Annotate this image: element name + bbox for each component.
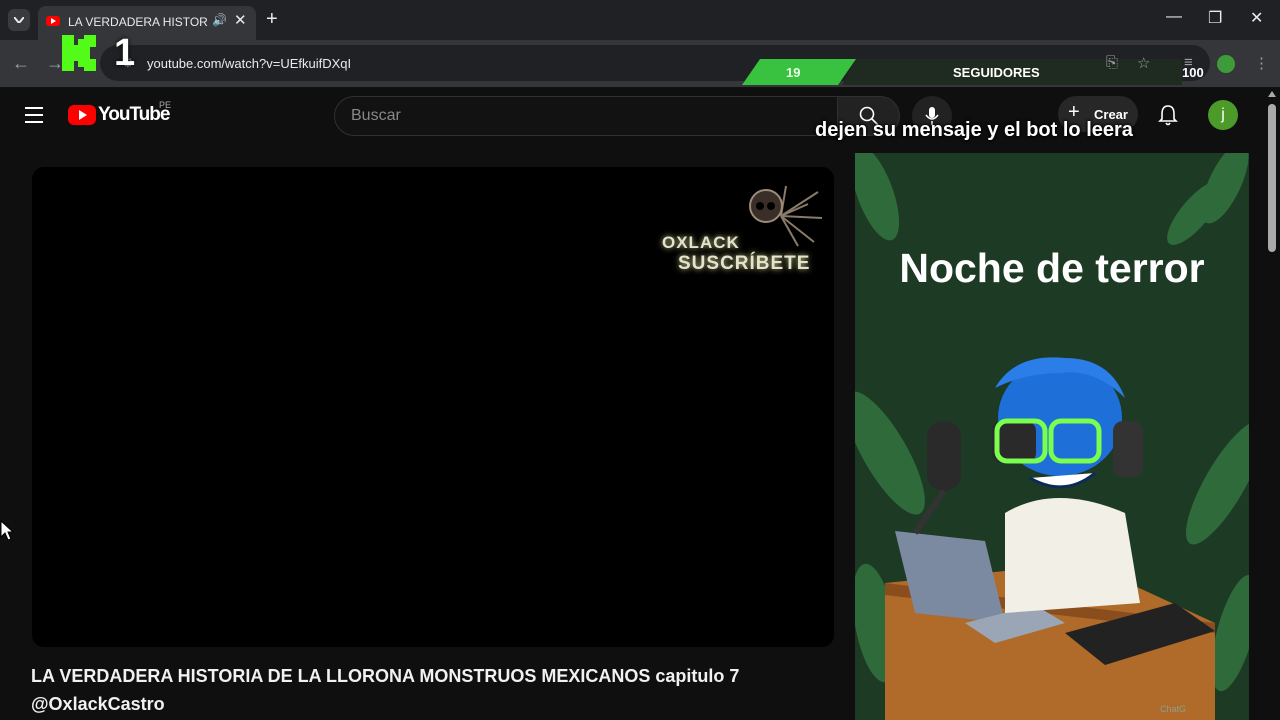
followers-current: 19 xyxy=(786,65,801,80)
speaker-icon[interactable]: 🔊 xyxy=(212,13,227,27)
panel-title: Noche de terror xyxy=(899,245,1205,291)
jungle-background-icon xyxy=(855,153,1249,720)
mouse-cursor-icon xyxy=(0,520,14,541)
kick-logo-icon xyxy=(62,35,96,71)
watermark-brand: OXLACK xyxy=(662,233,740,252)
minimize-icon[interactable]: — xyxy=(1166,8,1182,26)
youtube-logo-icon[interactable] xyxy=(68,105,96,125)
bookmark-star-icon[interactable]: ☆ xyxy=(1137,54,1150,72)
chevron-down-icon xyxy=(14,17,24,23)
notifications-bell-icon[interactable] xyxy=(1158,104,1178,126)
youtube-favicon-icon xyxy=(46,16,60,26)
new-tab-button[interactable]: + xyxy=(266,8,278,31)
scrollbar-thumb[interactable] xyxy=(1268,104,1276,252)
tab-title: LA VERDADERA HISTORIA DE xyxy=(68,15,208,29)
country-code: PE xyxy=(159,100,172,110)
tab-close-icon[interactable]: ✕ xyxy=(234,11,247,29)
scroll-up-arrow-icon[interactable] xyxy=(1268,91,1276,97)
back-arrow-icon[interactable]: ← xyxy=(12,53,30,74)
panel-corner-text: ChatG xyxy=(1160,704,1187,714)
browser-menu-icon[interactable]: ⋮ xyxy=(1254,54,1269,72)
video-title: LA VERDADERA HISTORIA DE LA LLORONA MONS… xyxy=(31,666,740,714)
url-text: youtube.com/watch?v=UEfkuifDXqI xyxy=(147,56,352,71)
search-input[interactable] xyxy=(349,106,809,126)
watermark-subscribe[interactable]: SUSCRÍBETE xyxy=(678,253,810,275)
stream-side-panel: Noche de terror ChatG xyxy=(855,153,1249,720)
skull-logo-icon xyxy=(749,185,823,247)
hamburger-menu-icon[interactable] xyxy=(25,107,43,128)
browser-profile-icon[interactable] xyxy=(1217,55,1235,73)
reading-list-icon[interactable]: ≡ xyxy=(1184,54,1193,71)
browser-tab-bar: LA VERDADERA HISTORIA DE 🔊 ✕ + — ❐ ✕ xyxy=(0,0,1280,40)
search-box[interactable] xyxy=(334,96,838,136)
install-app-icon[interactable]: ⎘ xyxy=(1106,54,1118,71)
close-icon[interactable]: ✕ xyxy=(1250,8,1263,28)
tab-search-button[interactable] xyxy=(8,9,30,31)
followers-label: SEGUIDORES xyxy=(953,65,1040,80)
restore-icon[interactable]: ❐ xyxy=(1208,8,1222,28)
kick-count: 1 xyxy=(114,32,136,74)
overlay-message: dejen su mensaje y el bot lo leera xyxy=(815,119,1133,141)
avatar[interactable]: j xyxy=(1208,100,1238,130)
